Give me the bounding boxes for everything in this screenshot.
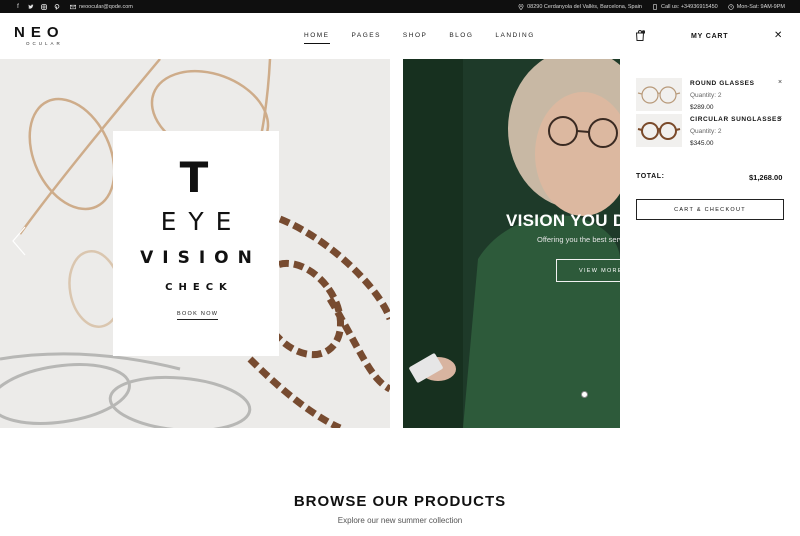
address-text: 08290 Cerdanyola del Vallès, Barcelona, … [527, 3, 642, 10]
clock-icon [728, 3, 734, 10]
cart-checkout-button[interactable]: CART & CHECKOUT [636, 199, 784, 220]
slider-dot[interactable] [581, 391, 588, 398]
main-nav: HOME PAGES SHOP BLOG LANDING [304, 32, 535, 44]
site-header: NEO OCULAR HOME PAGES SHOP BLOG LANDING [0, 13, 620, 59]
topbar-phone[interactable]: Call us: +34936915450 [652, 3, 718, 10]
cart-title: MY CART [691, 33, 729, 40]
cart-item: ROUND GLASSES Quantity: 2 $289.00 × [636, 78, 800, 114]
product-thumbnail[interactable] [636, 114, 682, 147]
pinterest-icon[interactable] [54, 3, 60, 10]
hours-text: Mon-Sat: 9AM-9PM [736, 3, 785, 10]
cart-item-name[interactable]: CIRCULAR SUNGLASSES [690, 116, 782, 123]
logo-sub: OCULAR [26, 41, 63, 46]
nav-blog[interactable]: BLOG [449, 32, 473, 39]
eye-chart-line-1: T [179, 153, 213, 202]
slide-subtitle: Offering you the best serv [537, 235, 623, 244]
cart-item-price: $289.00 [690, 104, 714, 111]
shopping-bag-icon[interactable] [635, 30, 645, 41]
browse-title: BROWSE OUR PRODUCTS [293, 493, 507, 510]
topbar-email[interactable]: neoocular@qode.com [70, 4, 133, 10]
site-logo[interactable]: NEO OCULAR [14, 24, 65, 46]
nav-landing[interactable]: LANDING [495, 32, 534, 39]
slider-prev-arrow[interactable] [11, 226, 27, 256]
cart-item-quantity: Quantity: 2 [690, 128, 722, 135]
eye-chart-line-2: EYE [160, 207, 244, 236]
cart-total-label: TOTAL: [636, 173, 665, 180]
email-text: neoocular@qode.com [79, 3, 133, 10]
cart-item-price: $345.00 [690, 140, 714, 147]
cart-item-quantity: Quantity: 2 [690, 92, 722, 99]
cart-item: CIRCULAR SUNGLASSES Quantity: 2 $345.00 … [636, 114, 800, 150]
eye-chart-card: T EYE VISION CHECK BOOK NOW [113, 131, 279, 356]
nav-shop[interactable]: SHOP [403, 32, 427, 39]
eye-chart-line-3: VISION [140, 248, 261, 268]
phone-icon [653, 3, 657, 10]
facebook-icon[interactable]: f [15, 4, 21, 10]
phone-text: Call us: +34936915450 [660, 3, 718, 10]
slide-title: VISION YOU D [506, 211, 626, 230]
browse-subtitle: Explore our new summer collection [337, 516, 463, 525]
top-bar: f neoocular@qode.com 08290 Cerdanyola de… [0, 0, 800, 13]
logo-brand: NEO [14, 24, 65, 41]
nav-pages[interactable]: PAGES [352, 32, 381, 39]
twitter-icon[interactable] [28, 3, 34, 10]
cart-total-value: $1,268.00 [749, 173, 783, 182]
cart-item-name[interactable]: ROUND GLASSES [690, 80, 755, 87]
location-icon [518, 3, 524, 10]
nav-home[interactable]: HOME [304, 32, 330, 44]
cart-panel: MY CART ✕ ROUND GLASSES Quantity: 2 $289… [620, 13, 800, 536]
remove-item-icon[interactable]: × [778, 115, 782, 122]
topbar-address: 08290 Cerdanyola del Vallès, Barcelona, … [518, 3, 642, 10]
mail-icon [70, 4, 76, 9]
topbar-hours: Mon-Sat: 9AM-9PM [728, 4, 785, 10]
book-now-button[interactable]: BOOK NOW [177, 311, 219, 320]
remove-item-icon[interactable]: × [778, 79, 782, 86]
eye-chart-line-4: CHECK [165, 282, 233, 293]
close-icon[interactable]: ✕ [774, 30, 782, 41]
product-thumbnail[interactable] [636, 78, 682, 111]
instagram-icon[interactable] [41, 3, 47, 10]
social-links: f [15, 4, 60, 10]
